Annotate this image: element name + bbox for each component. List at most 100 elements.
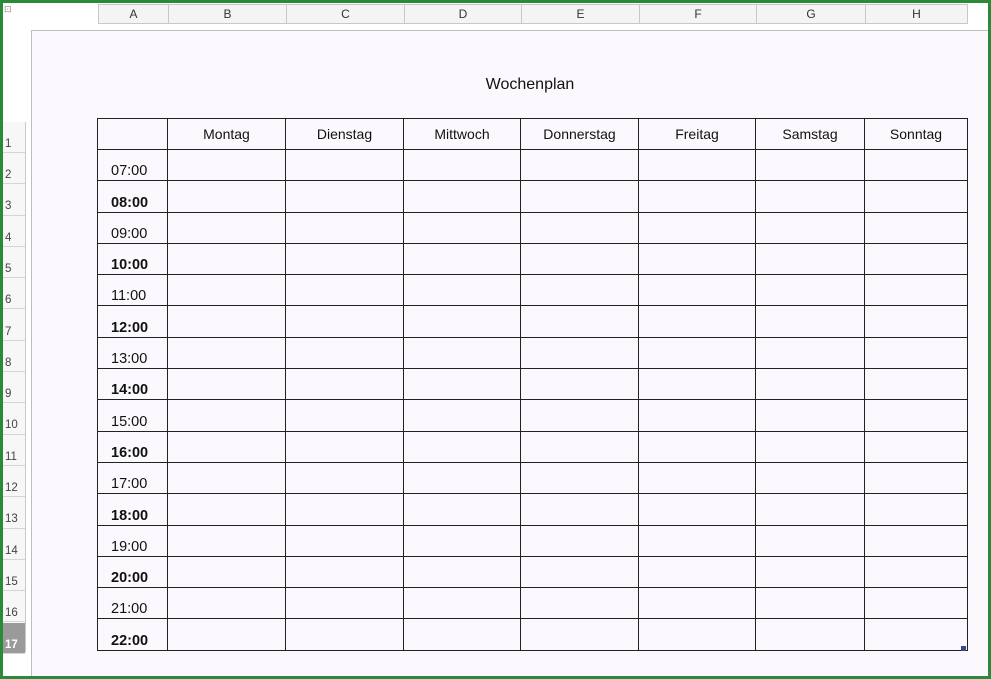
schedule-cell[interactable] — [755, 461, 865, 495]
schedule-cell[interactable] — [864, 399, 968, 432]
time-cell[interactable]: 07:00 — [97, 148, 168, 182]
schedule-cell[interactable] — [403, 274, 521, 307]
schedule-cell[interactable] — [403, 368, 521, 401]
schedule-cell[interactable] — [755, 587, 865, 620]
schedule-cell[interactable] — [167, 274, 286, 307]
schedule-cell[interactable] — [167, 148, 286, 182]
column-header-h[interactable]: H — [866, 5, 967, 23]
schedule-cell[interactable] — [755, 555, 865, 589]
schedule-cell[interactable] — [520, 211, 639, 244]
schedule-cell[interactable] — [864, 493, 968, 526]
day-header[interactable]: Mittwoch — [403, 118, 521, 150]
row-header-15[interactable]: 15 — [3, 560, 25, 592]
schedule-cell[interactable] — [403, 399, 521, 432]
schedule-cell[interactable] — [638, 180, 756, 213]
schedule-cell[interactable] — [167, 368, 286, 401]
time-cell[interactable]: 15:00 — [97, 399, 168, 432]
schedule-cell[interactable] — [403, 587, 521, 620]
schedule-cell[interactable] — [167, 211, 286, 244]
selection-fill-handle[interactable] — [961, 646, 966, 651]
schedule-cell[interactable] — [167, 618, 286, 651]
schedule-cell[interactable] — [638, 368, 756, 401]
column-header-c[interactable]: C — [287, 5, 405, 23]
schedule-cell[interactable] — [285, 274, 404, 307]
schedule-cell[interactable] — [167, 493, 286, 526]
schedule-cell[interactable] — [864, 274, 968, 307]
schedule-cell[interactable] — [755, 242, 865, 276]
schedule-cell[interactable] — [755, 148, 865, 182]
schedule-cell[interactable] — [167, 430, 286, 463]
schedule-cell[interactable] — [755, 430, 865, 463]
schedule-cell[interactable] — [520, 242, 639, 276]
schedule-cell[interactable] — [864, 336, 968, 370]
schedule-cell[interactable] — [403, 148, 521, 182]
schedule-cell[interactable] — [285, 148, 404, 182]
schedule-cell[interactable] — [520, 148, 639, 182]
schedule-cell[interactable] — [285, 305, 404, 338]
row-header-14[interactable]: 14 — [3, 529, 25, 560]
schedule-cell[interactable] — [864, 180, 968, 213]
schedule-cell[interactable] — [285, 211, 404, 244]
schedule-cell[interactable] — [755, 524, 865, 557]
row-header-5[interactable]: 5 — [3, 247, 25, 279]
schedule-cell[interactable] — [520, 493, 639, 526]
schedule-cell[interactable] — [520, 274, 639, 307]
schedule-cell[interactable] — [638, 211, 756, 244]
time-cell[interactable]: 08:00 — [97, 180, 168, 213]
schedule-cell[interactable] — [285, 368, 404, 401]
schedule-cell[interactable] — [285, 524, 404, 557]
row-header-3[interactable]: 3 — [3, 184, 25, 216]
row-header-11[interactable]: 11 — [3, 435, 25, 466]
schedule-cell[interactable] — [167, 555, 286, 589]
schedule-cell[interactable] — [520, 399, 639, 432]
schedule-cell[interactable] — [403, 524, 521, 557]
schedule-cell[interactable] — [167, 461, 286, 495]
schedule-cell[interactable] — [167, 587, 286, 620]
schedule-cell[interactable] — [864, 618, 968, 651]
schedule-cell[interactable] — [167, 180, 286, 213]
schedule-cell[interactable] — [638, 587, 756, 620]
day-header[interactable]: Freitag — [638, 118, 756, 150]
time-cell[interactable]: 10:00 — [97, 242, 168, 276]
schedule-cell[interactable] — [403, 461, 521, 495]
time-cell[interactable]: 14:00 — [97, 368, 168, 401]
day-header[interactable]: Donnerstag — [520, 118, 639, 150]
time-cell[interactable]: 13:00 — [97, 336, 168, 370]
schedule-cell[interactable] — [520, 461, 639, 495]
schedule-cell[interactable] — [403, 493, 521, 526]
time-cell[interactable]: 11:00 — [97, 274, 168, 307]
schedule-cell[interactable] — [638, 524, 756, 557]
row-header-9[interactable]: 9 — [3, 372, 25, 404]
schedule-cell[interactable] — [403, 336, 521, 370]
schedule-cell[interactable] — [755, 399, 865, 432]
time-cell[interactable]: 12:00 — [97, 305, 168, 338]
schedule-cell[interactable] — [403, 305, 521, 338]
schedule-cell[interactable] — [638, 430, 756, 463]
schedule-cell[interactable] — [755, 618, 865, 651]
row-header-8[interactable]: 8 — [3, 341, 25, 373]
schedule-cell[interactable] — [864, 430, 968, 463]
time-cell[interactable]: 16:00 — [97, 430, 168, 463]
time-cell[interactable]: 17:00 — [97, 461, 168, 495]
schedule-cell[interactable] — [755, 305, 865, 338]
schedule-cell[interactable] — [864, 555, 968, 589]
day-header[interactable]: Sonntag — [864, 118, 968, 150]
schedule-cell[interactable] — [520, 336, 639, 370]
schedule-cell[interactable] — [755, 211, 865, 244]
schedule-cell[interactable] — [520, 555, 639, 589]
schedule-cell[interactable] — [638, 399, 756, 432]
schedule-cell[interactable] — [403, 555, 521, 589]
schedule-cell[interactable] — [403, 430, 521, 463]
schedule-cell[interactable] — [864, 242, 968, 276]
schedule-cell[interactable] — [285, 399, 404, 432]
schedule-cell[interactable] — [638, 493, 756, 526]
time-cell[interactable]: 20:00 — [97, 555, 168, 589]
schedule-cell[interactable] — [638, 242, 756, 276]
row-header-6[interactable]: 6 — [3, 278, 25, 310]
schedule-cell[interactable] — [520, 430, 639, 463]
column-header-a[interactable]: A — [99, 5, 169, 23]
select-all-corner[interactable]: ⊡ — [4, 4, 12, 15]
corner-cell[interactable] — [97, 118, 168, 150]
row-header-4[interactable]: 4 — [3, 216, 25, 247]
time-cell[interactable]: 21:00 — [97, 587, 168, 620]
